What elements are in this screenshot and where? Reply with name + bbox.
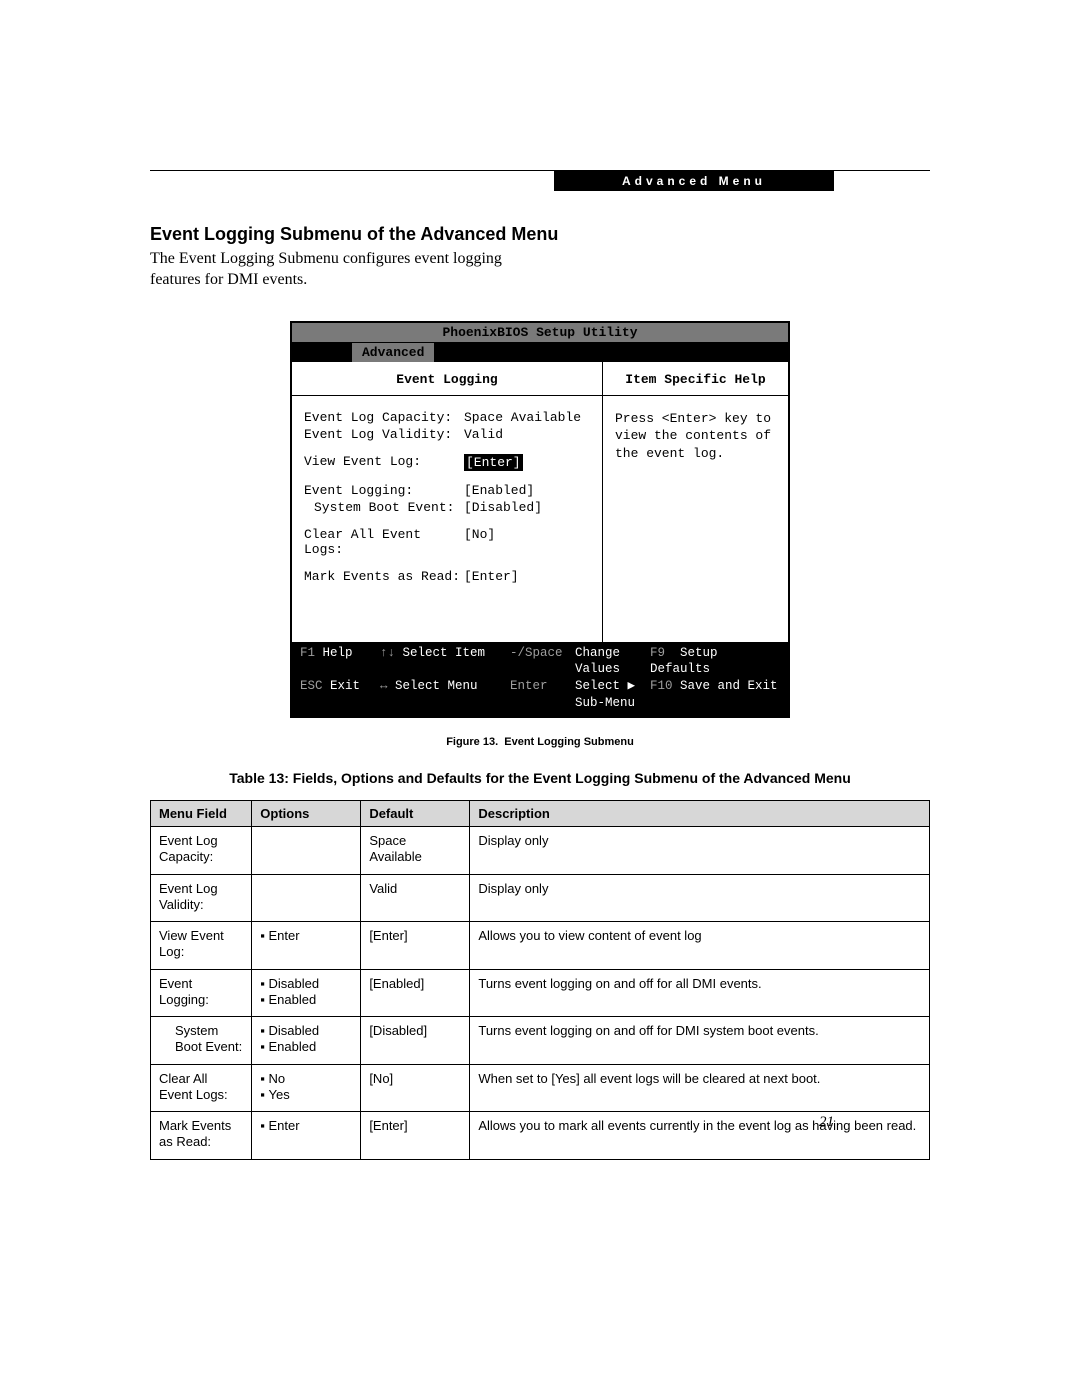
kv-label: Event Log Capacity:	[304, 410, 464, 425]
figure-caption: Figure 13. Event Logging Submenu	[150, 736, 930, 748]
td-field: System Boot Event:	[151, 1017, 252, 1065]
option-item: Disabled	[260, 976, 352, 992]
bios-right-pane: Item Specific Help Press <Enter> key to …	[602, 362, 788, 642]
table-row: Mark Events as Read: Enter [Enter]Allows y…	[151, 1112, 930, 1160]
td-field: Mark Events as Read:	[151, 1112, 252, 1160]
td-description: Display only	[470, 827, 930, 875]
bios-tab-advanced: Advanced	[352, 343, 434, 362]
table-row: Clear All Event Logs:NoYes[No]When set t…	[151, 1064, 930, 1112]
td-default: [Enter]	[361, 922, 470, 970]
td-default: [Enter]	[361, 1112, 470, 1160]
td-default: Valid	[361, 874, 470, 922]
hotkey-label: Select ▶ Sub-Menu	[575, 678, 650, 712]
option-item: No	[260, 1071, 352, 1087]
hotkey: Enter	[510, 678, 575, 712]
bios-help-text: Press <Enter> key to view the contents o…	[603, 396, 788, 642]
td-field: Event Log Validity:	[151, 874, 252, 922]
th-options: Options	[252, 801, 361, 827]
bios-titlebar: PhoenixBIOS Setup Utility	[292, 323, 788, 343]
bios-tab-strip: Advanced	[292, 343, 788, 362]
hotkey: F1	[300, 646, 315, 660]
td-options: Enter	[252, 922, 361, 970]
td-options: Enter	[252, 1112, 361, 1160]
hotkey: -/Space	[510, 645, 575, 679]
hotkey: ESC	[300, 679, 323, 693]
td-field: Event Logging:	[151, 969, 252, 1017]
kv-label: View Event Log:	[304, 454, 464, 471]
td-description: Turns event logging on and off for DMI s…	[470, 1017, 930, 1065]
kv-label: Event Logging:	[304, 483, 464, 498]
section-title: Event Logging Submenu of the Advanced Me…	[150, 224, 930, 245]
hotkey: ↔	[380, 679, 388, 693]
td-description: Turns event logging on and off for all D…	[470, 969, 930, 1017]
hotkey-label: Exit	[330, 679, 360, 693]
bios-left-title: Event Logging	[292, 362, 602, 396]
help-line: Press <Enter> key to	[615, 410, 776, 428]
bios-right-title: Item Specific Help	[603, 362, 788, 396]
hotkey-label: Save and Exit	[680, 679, 778, 693]
table-row: View Event Log: Enter [Enter]Allows you to…	[151, 922, 930, 970]
table-row: System Boot Event:DisabledEnabled[Disabl…	[151, 1017, 930, 1065]
kv-value: Valid	[464, 427, 503, 442]
kv-value: Space Available	[464, 410, 581, 425]
kv-label: Mark Events as Read:	[304, 569, 464, 584]
td-description: When set to [Yes] all event logs will be…	[470, 1064, 930, 1112]
kv-selected-value: [Enter]	[464, 454, 523, 471]
page-number: 21	[819, 1114, 834, 1131]
help-line: view the contents of	[615, 427, 776, 445]
fields-table: Menu Field Options Default Description E…	[150, 800, 930, 1160]
td-options	[252, 827, 361, 875]
hotkey-label: Select Item	[403, 646, 486, 660]
option-item: Enter	[260, 1118, 352, 1134]
option-item: Enabled	[260, 1039, 352, 1055]
hotkey: F9	[650, 646, 665, 660]
td-options: DisabledEnabled	[252, 1017, 361, 1065]
td-default: [Disabled]	[361, 1017, 470, 1065]
hotkey: ↑↓	[380, 646, 395, 660]
table-row: Event Log Validity: ValidDisplay only	[151, 874, 930, 922]
kv-label: Clear All Event Logs:	[304, 527, 464, 557]
option-item: Enabled	[260, 992, 352, 1008]
table-row: Event Log Capacity: Space AvailableDispla…	[151, 827, 930, 875]
kv-value: [Enabled]	[464, 483, 534, 498]
td-description: Allows you to view content of event log	[470, 922, 930, 970]
td-field: Event Log Capacity:	[151, 827, 252, 875]
hotkey-label: Select Menu	[395, 679, 478, 693]
hotkey-label: Change Values	[575, 645, 650, 679]
header-ribbon: Advanced Menu	[554, 171, 834, 191]
th-field: Menu Field	[151, 801, 252, 827]
td-default: [Enabled]	[361, 969, 470, 1017]
bios-screenshot: PhoenixBIOS Setup Utility Advanced Event…	[290, 321, 790, 719]
td-field: Clear All Event Logs:	[151, 1064, 252, 1112]
option-item: Yes	[260, 1087, 352, 1103]
td-default: [No]	[361, 1064, 470, 1112]
kv-label: Event Log Validity:	[304, 427, 464, 442]
bios-left-pane: Event Logging Event Log Capacity:Space A…	[292, 362, 602, 642]
td-options: DisabledEnabled	[252, 969, 361, 1017]
table-header-row: Menu Field Options Default Description	[151, 801, 930, 827]
td-options	[252, 874, 361, 922]
th-desc: Description	[470, 801, 930, 827]
td-description: Allows you to mark all events currently …	[470, 1112, 930, 1160]
kv-value: [Enter]	[464, 569, 519, 584]
td-options: NoYes	[252, 1064, 361, 1112]
option-item: Disabled	[260, 1023, 352, 1039]
td-default: Space Available	[361, 827, 470, 875]
kv-value: [No]	[464, 527, 495, 557]
td-description: Display only	[470, 874, 930, 922]
help-line: the event log.	[615, 445, 776, 463]
kv-value: [Disabled]	[464, 500, 542, 515]
document-page: Advanced Menu Event Logging Submenu of t…	[0, 0, 1080, 1397]
td-field: View Event Log:	[151, 922, 252, 970]
table-title: Table 13: Fields, Options and Defaults f…	[150, 770, 930, 786]
hotkey: F10	[650, 679, 673, 693]
table-row: Event Logging:DisabledEnabled[Enabled]Tu…	[151, 969, 930, 1017]
option-item: Enter	[260, 928, 352, 944]
intro-paragraph: The Event Logging Submenu configures eve…	[150, 249, 550, 291]
th-default: Default	[361, 801, 470, 827]
hotkey-label: Help	[323, 646, 353, 660]
kv-label: System Boot Event:	[304, 500, 464, 515]
bios-footer: F1 Help ↑↓ Select Item -/Space Change Va…	[292, 642, 788, 717]
